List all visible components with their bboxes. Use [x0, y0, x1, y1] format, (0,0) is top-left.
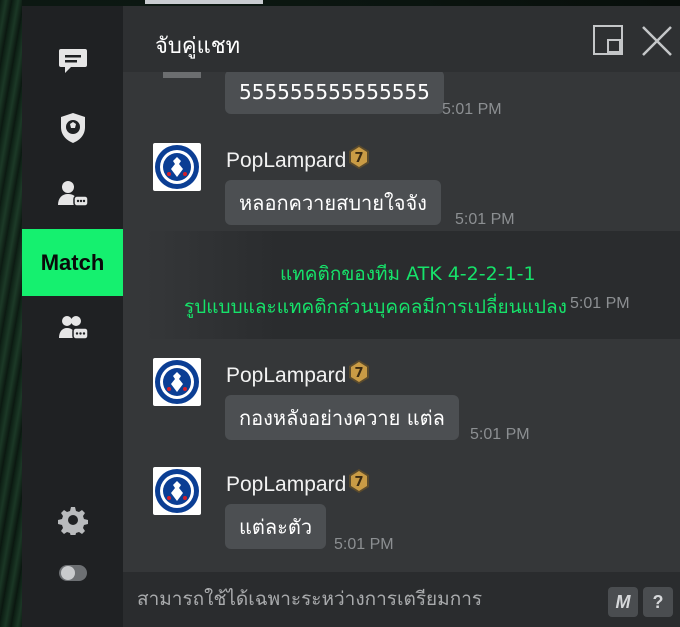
sidebar-item-chat[interactable]	[22, 37, 123, 85]
message-bubble: แต่ละตัว	[225, 504, 327, 549]
sidebar-item-match[interactable]: Match	[22, 229, 123, 296]
background-banner	[145, 0, 263, 4]
message-time: 5:01 PM	[570, 295, 630, 312]
chat-title: จับคู่แชท	[155, 34, 241, 59]
rank-seven-badge-icon: 7	[349, 145, 369, 169]
team-shield-icon	[60, 113, 85, 143]
system-message-line: แทคติกของทีม ATK 4-2-2-1-1	[280, 263, 536, 285]
macro-button[interactable]: M	[608, 587, 638, 617]
sidebar-item-team[interactable]	[22, 104, 123, 152]
rank-seven-badge-icon: 7	[349, 469, 369, 493]
popout-icon	[593, 25, 623, 55]
sidebar-item-match-label: Match	[40, 249, 105, 275]
chat-header: จับคู่แชท	[123, 6, 680, 72]
svg-text:7: 7	[354, 366, 363, 381]
toggle-icon	[58, 565, 87, 581]
chelsea-crest-icon	[155, 145, 199, 189]
sidebar-item-group[interactable]	[22, 304, 123, 352]
close-icon	[642, 26, 672, 56]
username[interactable]: PopLampard	[226, 364, 346, 388]
svg-text:7: 7	[354, 151, 363, 166]
message-time: 5:01 PM	[442, 101, 502, 118]
close-button[interactable]	[640, 24, 674, 62]
message-bubble: หลอกควายสบายใจจัง	[225, 180, 441, 225]
chat-input[interactable]	[137, 588, 587, 610]
popout-button[interactable]	[592, 24, 624, 60]
rank-badge: 7	[347, 359, 371, 389]
help-button[interactable]: ?	[643, 587, 673, 617]
rank-seven-badge-icon: 7	[349, 360, 369, 384]
system-message-line: รูปแบบและแทคติกส่วนบุคคลมีการเปลี่ยนแปลง	[184, 296, 567, 318]
sidebar-item-friends[interactable]	[22, 170, 123, 218]
avatar-edge	[163, 72, 201, 78]
chelsea-crest-icon	[155, 360, 199, 404]
chat-toggle[interactable]	[22, 549, 123, 597]
username[interactable]: PopLampard	[226, 473, 346, 497]
message-bubble: 555555555555555	[225, 72, 444, 114]
message-time: 5:01 PM	[334, 536, 394, 553]
group-chat-icon	[58, 316, 89, 340]
user-chat-icon	[57, 181, 89, 207]
avatar	[153, 467, 201, 515]
message-time: 5:01 PM	[470, 426, 530, 443]
avatar	[153, 143, 201, 191]
system-message: แทคติกของทีม ATK 4-2-2-1-1 รูปแบบและแทคต…	[145, 231, 680, 339]
svg-text:7: 7	[354, 475, 363, 490]
settings-button[interactable]	[22, 496, 123, 544]
message-bubble: กองหลังอย่างควาย แต่ล	[225, 395, 459, 440]
username[interactable]: PopLampard	[226, 149, 346, 173]
chat-input-bar: M ?	[123, 572, 680, 627]
message-time: 5:01 PM	[455, 211, 515, 228]
chelsea-crest-icon	[155, 469, 199, 513]
gear-icon	[57, 507, 88, 535]
message-list[interactable]: 555555555555555 5:01 PM PopLampard 7 หลอ…	[123, 72, 680, 572]
chat-bubble-icon	[58, 49, 87, 73]
stadium-background-edge	[0, 0, 22, 627]
chat-sidebar: Match	[22, 6, 123, 627]
rank-badge: 7	[347, 468, 371, 498]
chat-window: Match จับคู่แชท 555555555555555 5:01 PM …	[22, 6, 680, 627]
avatar	[153, 358, 201, 406]
rank-badge: 7	[347, 144, 371, 174]
